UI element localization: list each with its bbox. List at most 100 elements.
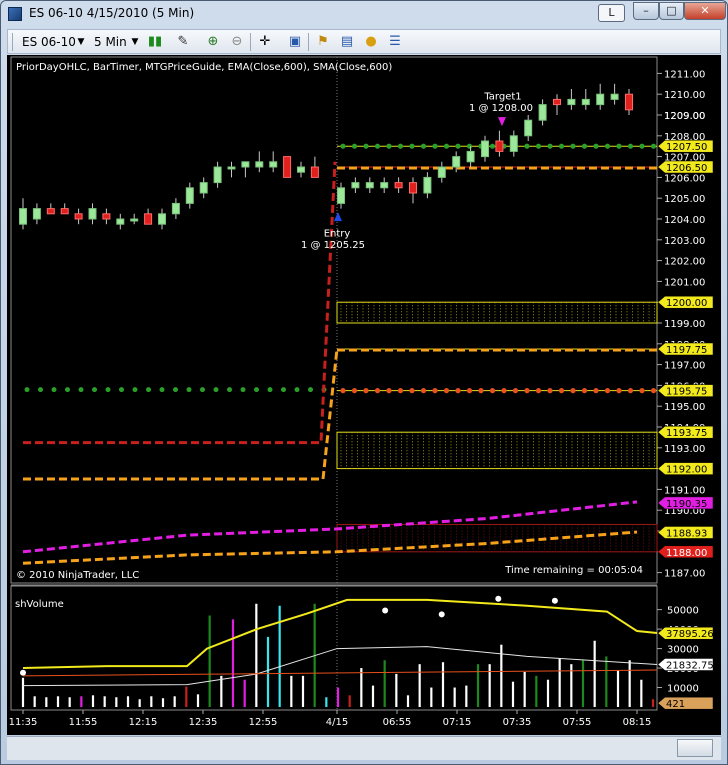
- strategies-icon[interactable]: ⚑: [314, 33, 332, 51]
- time-axis-label: 4/15: [326, 717, 348, 728]
- horizontal-scroll-button[interactable]: [677, 739, 713, 757]
- level-dot: [558, 388, 565, 394]
- level-dot: [593, 143, 599, 149]
- level-dot: [351, 388, 358, 394]
- candle-body: [596, 93, 605, 106]
- status-bar: [7, 736, 721, 760]
- candle-body: [452, 156, 461, 168]
- instrument-dropdown-icon[interactable]: ▼: [72, 33, 90, 51]
- interval-dropdown-icon[interactable]: ▼: [126, 33, 144, 51]
- chart-canvas[interactable]: PriorDayOHLC, BarTimer, MTGPriceGuide, E…: [7, 55, 721, 735]
- candle-body: [610, 93, 619, 100]
- interval-selector[interactable]: 5 Min: [94, 33, 127, 51]
- window-title: ES 06-10 4/15/2010 (5 Min): [29, 6, 195, 20]
- level-dot: [570, 388, 576, 394]
- properties-icon[interactable]: ▣: [286, 33, 304, 51]
- level-dot: [363, 388, 369, 394]
- candle-body: [538, 104, 547, 121]
- maximize-button[interactable]: □: [659, 2, 684, 20]
- level-dot: [524, 143, 530, 149]
- candle-body: [297, 166, 305, 173]
- price-tag-label: 1200.00: [666, 298, 707, 309]
- title-bar[interactable]: ES 06-10 4/15/2010 (5 Min) L – □ ✕: [1, 1, 727, 27]
- level-dot: [558, 143, 565, 149]
- minimize-button[interactable]: –: [633, 2, 659, 20]
- prior-day-close-step: [23, 348, 339, 481]
- level-dot: [173, 387, 178, 393]
- candle-body: [32, 208, 41, 220]
- candle-body: [351, 182, 360, 189]
- candle-body: [255, 161, 264, 168]
- chart-window: ES 06-10 4/15/2010 (5 Min) L – □ ✕ ES 06…: [0, 0, 728, 765]
- level-dot: [351, 143, 358, 149]
- candle-body: [227, 166, 236, 170]
- candle-body: [60, 208, 69, 215]
- entry-detail: 1 @ 1205.25: [301, 240, 365, 251]
- level-dot: [604, 143, 611, 149]
- candle-body: [46, 208, 55, 215]
- bar-type-icon[interactable]: ▮▮: [146, 33, 164, 51]
- candle-body: [409, 182, 417, 194]
- last-price-label: 1209.00: [664, 111, 705, 122]
- level-dot: [466, 143, 473, 149]
- level-dot: [616, 143, 622, 149]
- candle-body: [581, 98, 590, 106]
- price-axis-label: 1202.00: [664, 257, 705, 268]
- level-dot: [340, 388, 346, 394]
- level-dot: [478, 388, 484, 394]
- level-dot: [581, 388, 588, 394]
- level-dot: [374, 143, 381, 149]
- close-button[interactable]: ✕: [684, 2, 726, 20]
- level-dot: [627, 388, 634, 394]
- candle-body: [423, 176, 432, 194]
- level-dot: [240, 387, 246, 393]
- level-dot: [639, 388, 645, 394]
- time-axis-label: 06:55: [383, 717, 412, 728]
- volume-spike-marker: [438, 611, 445, 618]
- level-dot: [627, 143, 634, 149]
- price-tag-label: 1197.75: [666, 345, 707, 356]
- instrument-selector[interactable]: ES 06-10: [22, 33, 76, 51]
- drawing-tool-icon[interactable]: ✎: [174, 33, 192, 51]
- price-panel-frame: [10, 56, 658, 584]
- price-tag-label: 1188.93: [666, 528, 707, 539]
- crosshair-icon[interactable]: ✛: [256, 33, 274, 51]
- level-dot: [363, 143, 369, 149]
- level-dot: [639, 143, 645, 149]
- zoom-in-icon[interactable]: ⊕: [204, 33, 222, 51]
- level-dot: [547, 143, 553, 149]
- candle-body: [466, 150, 475, 163]
- level-dot: [397, 388, 404, 394]
- guide-zone-lower-hatch: [340, 432, 655, 469]
- data-box-icon[interactable]: ☰: [386, 33, 404, 51]
- candle-body: [213, 166, 222, 184]
- level-dot: [443, 143, 450, 149]
- time-axis-label: 11:35: [9, 717, 38, 728]
- level-dot: [524, 388, 530, 394]
- chart-trader-icon[interactable]: ●: [362, 33, 380, 51]
- zoom-out-icon[interactable]: ⊖: [228, 33, 246, 51]
- indicators-icon[interactable]: ▤: [338, 33, 356, 51]
- price-tag-label: 1206.50: [666, 163, 707, 174]
- ema-line: [22, 500, 638, 554]
- level-dot: [386, 143, 392, 149]
- candle-body: [241, 161, 250, 168]
- volume-panel-label: shVolume: [15, 599, 64, 610]
- level-dot: [443, 388, 450, 394]
- level-dot: [512, 388, 519, 394]
- level-dot: [432, 143, 438, 149]
- candle-body: [171, 202, 180, 215]
- level-dot: [227, 387, 232, 393]
- level-dot: [650, 143, 657, 149]
- level-dot: [281, 387, 286, 393]
- price-axis-label: 1210.00: [664, 90, 705, 101]
- level-dot: [340, 143, 346, 149]
- level-dot: [650, 388, 657, 394]
- link-button[interactable]: L: [598, 4, 625, 22]
- time-axis-label: 12:15: [129, 717, 158, 728]
- candle-body: [19, 208, 27, 225]
- level-dot: [294, 387, 300, 393]
- candle-body: [310, 166, 319, 178]
- chart-area[interactable]: PriorDayOHLC, BarTimer, MTGPriceGuide, E…: [7, 55, 721, 735]
- level-dot: [65, 387, 70, 393]
